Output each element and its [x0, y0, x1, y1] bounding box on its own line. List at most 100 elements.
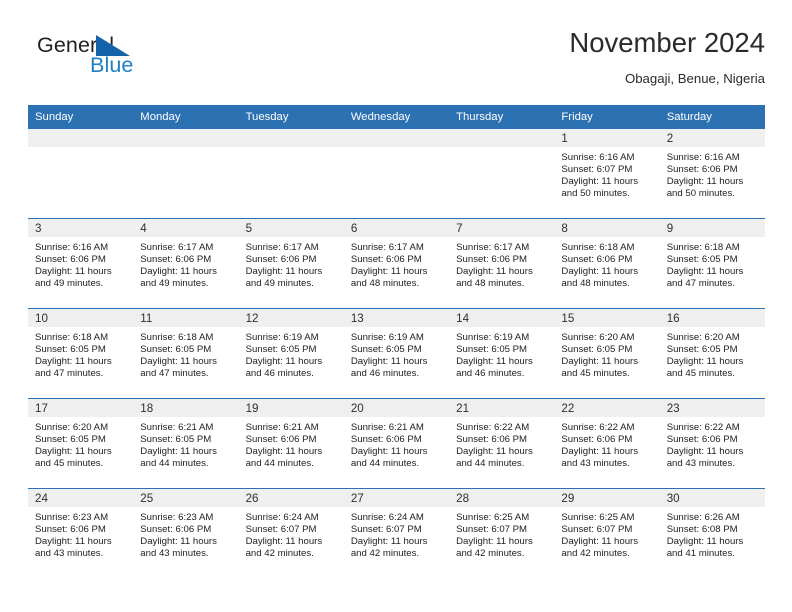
daylight-text-line2: and 50 minutes.: [666, 188, 735, 200]
daylight-text-line2: and 50 minutes.: [561, 188, 630, 200]
day-number: 23: [666, 402, 680, 415]
day-details: Sunrise: 6:22 AM Sunset: 6:06 PM Daylight:…: [554, 417, 659, 470]
calendar-day-cell[interactable]: 19 Sunrise: 6:21 AM Sunset: 6:06 PM Dayligh…: [238, 399, 344, 488]
calendar-page: General Blue November 2024 Obagaji, Benu…: [0, 0, 792, 612]
sunset-text: Sunset: 6:06 PM: [35, 254, 106, 266]
day-number-band: 9: [659, 219, 765, 237]
sunrise-text: Sunrise: 6:24 AM: [245, 512, 319, 523]
page-header: General Blue November 2024 Obagaji, Benu…: [28, 26, 765, 98]
calendar-day-cell[interactable]: 10 Sunrise: 6:18 AM Sunset: 6:05 PM Dayligh…: [28, 309, 134, 398]
calendar-day-cell[interactable]: 17 Sunrise: 6:20 AM Sunset: 6:05 PM Dayligh…: [28, 399, 134, 488]
calendar-day-cell[interactable]: 16 Sunrise: 6:20 AM Sunset: 6:05 PM Dayligh…: [659, 309, 765, 398]
calendar-day-cell[interactable]: 7 Sunrise: 6:17 AM Sunset: 6:06 PM Daylight…: [449, 219, 555, 308]
day-number: 22: [561, 402, 575, 415]
sunset-text: Sunset: 6:06 PM: [666, 164, 738, 176]
calendar-day-cell[interactable]: 12 Sunrise: 6:19 AM Sunset: 6:05 PM Dayligh…: [238, 309, 344, 398]
day-details: Sunrise: 6:21 AM Sunset: 6:05 PM Daylight:…: [133, 417, 238, 470]
daylight-text-line2: and 48 minutes.: [561, 278, 630, 290]
sunset-text: Sunset: 6:05 PM: [666, 254, 738, 266]
daylight-text-line1: Daylight: 11 hours: [456, 446, 533, 458]
daylight-text-line2: and 42 minutes.: [350, 548, 420, 560]
day-number-band: 3: [28, 219, 134, 237]
calendar-day-cell[interactable]: 14 Sunrise: 6:19 AM Sunset: 6:05 PM Dayligh…: [449, 309, 555, 398]
daylight-text-line2: and 46 minutes.: [350, 368, 420, 380]
calendar-day-cell[interactable]: 22 Sunrise: 6:22 AM Sunset: 6:06 PM Dayligh…: [554, 399, 660, 488]
day-details: Sunrise: 6:21 AM Sunset: 6:06 PM Daylight:…: [239, 417, 344, 470]
sunrise-text: Sunrise: 6:25 AM: [561, 512, 635, 523]
calendar-day-cell[interactable]: 4 Sunrise: 6:17 AM Sunset: 6:06 PM Daylight…: [133, 219, 239, 308]
sunrise-text: Sunrise: 6:23 AM: [140, 512, 214, 523]
general-blue-logo[interactable]: General Blue: [28, 32, 228, 88]
calendar-day-cell[interactable]: 26 Sunrise: 6:24 AM Sunset: 6:07 PM Dayligh…: [238, 489, 344, 578]
calendar-day-cell-empty: [238, 129, 344, 218]
calendar-day-cell[interactable]: 20 Sunrise: 6:21 AM Sunset: 6:06 PM Dayligh…: [343, 399, 450, 488]
calendar-day-cell-empty: [133, 129, 239, 218]
daylight-text-line1: Daylight: 11 hours: [561, 266, 639, 278]
sunset-text: Sunset: 6:06 PM: [350, 254, 422, 266]
calendar-day-cell[interactable]: 24 Sunrise: 6:23 AM Sunset: 6:06 PM Dayligh…: [28, 489, 134, 578]
weekday-header-thursday: Thursday: [456, 111, 504, 123]
sunrise-text: Sunrise: 6:18 AM: [35, 332, 109, 343]
day-number: 15: [561, 312, 575, 325]
calendar-day-cell[interactable]: 13 Sunrise: 6:19 AM Sunset: 6:05 PM Dayligh…: [343, 309, 450, 398]
weekday-header-sunday: Sunday: [35, 111, 74, 123]
day-number: 26: [245, 492, 259, 505]
day-details: Sunrise: 6:19 AM Sunset: 6:05 PM Daylight:…: [239, 327, 344, 380]
day-details: Sunrise: 6:25 AM Sunset: 6:07 PM Daylight:…: [554, 507, 659, 560]
day-details: Sunrise: 6:24 AM Sunset: 6:07 PM Daylight:…: [344, 507, 449, 560]
day-number-band: 2: [659, 129, 765, 147]
calendar-day-cell[interactable]: 8 Sunrise: 6:18 AM Sunset: 6:06 PM Daylight…: [554, 219, 660, 308]
weekday-header-monday: Monday: [140, 111, 181, 123]
day-number-band: 23: [659, 399, 765, 417]
calendar-day-cell[interactable]: 11 Sunrise: 6:18 AM Sunset: 6:05 PM Dayligh…: [133, 309, 239, 398]
day-number-band: 28: [449, 489, 555, 507]
calendar-day-cell[interactable]: 5 Sunrise: 6:17 AM Sunset: 6:06 PM Daylight…: [238, 219, 344, 308]
daylight-text-line2: and 43 minutes.: [561, 458, 630, 470]
calendar-day-cell[interactable]: 30 Sunrise: 6:26 AM Sunset: 6:08 PM Dayligh…: [659, 489, 765, 578]
calendar-day-cell[interactable]: 3 Sunrise: 6:16 AM Sunset: 6:06 PM Daylight…: [28, 219, 134, 308]
daylight-text-line1: Daylight: 11 hours: [666, 536, 744, 548]
day-number-band: 10: [28, 309, 134, 327]
day-details: Sunrise: 6:22 AM Sunset: 6:06 PM Daylight:…: [449, 417, 554, 470]
daylight-text-line1: Daylight: 11 hours: [140, 356, 217, 368]
day-details: Sunrise: 6:17 AM Sunset: 6:06 PM Daylight:…: [133, 237, 238, 290]
day-number: 30: [666, 492, 680, 505]
calendar-day-cell[interactable]: 2 Sunrise: 6:16 AM Sunset: 6:06 PM Daylight…: [659, 129, 765, 218]
calendar-day-cell[interactable]: 18 Sunrise: 6:21 AM Sunset: 6:05 PM Dayligh…: [133, 399, 239, 488]
day-number-band: 22: [554, 399, 660, 417]
day-number: 18: [140, 402, 154, 415]
day-number: 21: [456, 402, 470, 415]
day-number: 28: [456, 492, 470, 505]
sunset-text: Sunset: 6:06 PM: [456, 254, 528, 266]
calendar-day-cell[interactable]: 1 Sunrise: 6:16 AM Sunset: 6:07 PM Daylight…: [554, 129, 660, 218]
daylight-text-line2: and 49 minutes.: [245, 278, 314, 290]
calendar-day-cell-empty: [449, 129, 555, 218]
daylight-text-line1: Daylight: 11 hours: [140, 266, 217, 278]
calendar-day-cell[interactable]: 15 Sunrise: 6:20 AM Sunset: 6:05 PM Dayligh…: [554, 309, 660, 398]
sunrise-text: Sunrise: 6:19 AM: [245, 332, 319, 343]
sunset-text: Sunset: 6:07 PM: [245, 524, 317, 536]
calendar-day-cell[interactable]: 27 Sunrise: 6:24 AM Sunset: 6:07 PM Dayligh…: [343, 489, 450, 578]
sunrise-text: Sunrise: 6:17 AM: [456, 242, 530, 253]
day-number: 12: [245, 312, 259, 325]
calendar-day-cell[interactable]: 9 Sunrise: 6:18 AM Sunset: 6:05 PM Daylight…: [659, 219, 765, 308]
daylight-text-line2: and 47 minutes.: [666, 278, 735, 290]
day-number-band: 1: [554, 129, 660, 147]
calendar-day-cell[interactable]: 25 Sunrise: 6:23 AM Sunset: 6:06 PM Dayligh…: [133, 489, 239, 578]
calendar-day-cell[interactable]: 6 Sunrise: 6:17 AM Sunset: 6:06 PM Daylight…: [343, 219, 450, 308]
day-number: 14: [456, 312, 470, 325]
day-details: Sunrise: 6:22 AM Sunset: 6:06 PM Daylight:…: [660, 417, 765, 470]
day-number: 8: [561, 222, 568, 235]
daylight-text-line1: Daylight: 11 hours: [456, 536, 533, 548]
calendar-day-cell[interactable]: 21 Sunrise: 6:22 AM Sunset: 6:06 PM Dayligh…: [449, 399, 555, 488]
daylight-text-line2: and 42 minutes.: [245, 548, 314, 560]
calendar-day-cell[interactable]: 29 Sunrise: 6:25 AM Sunset: 6:07 PM Dayligh…: [554, 489, 660, 578]
daylight-text-line2: and 47 minutes.: [140, 368, 209, 380]
day-details: Sunrise: 6:20 AM Sunset: 6:05 PM Daylight:…: [660, 327, 765, 380]
calendar-day-cell[interactable]: 28 Sunrise: 6:25 AM Sunset: 6:07 PM Dayligh…: [449, 489, 555, 578]
day-details: Sunrise: 6:18 AM Sunset: 6:05 PM Daylight:…: [133, 327, 238, 380]
day-number-band: 20: [343, 399, 450, 417]
day-number-band: 11: [133, 309, 239, 327]
calendar-day-cell[interactable]: 23 Sunrise: 6:22 AM Sunset: 6:06 PM Dayligh…: [659, 399, 765, 488]
daylight-text-line2: and 42 minutes.: [456, 548, 525, 560]
